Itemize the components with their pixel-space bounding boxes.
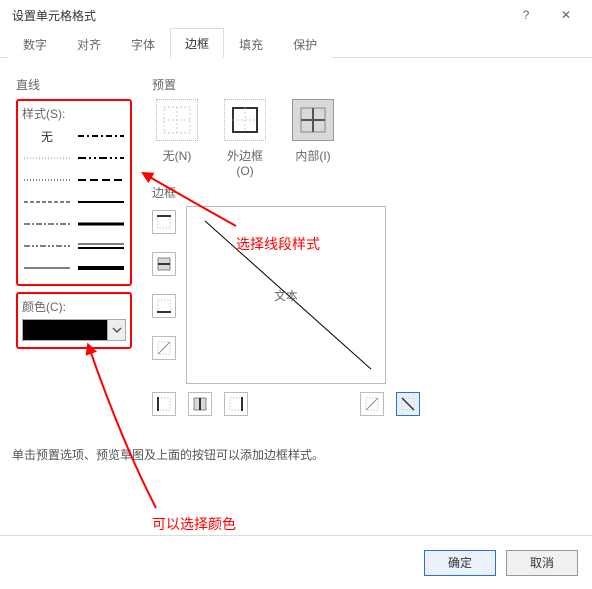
border-group: 边框 bbox=[152, 184, 176, 207]
annotation-arrow-2 bbox=[82, 342, 162, 512]
border-diag-bltr-button[interactable] bbox=[360, 392, 384, 416]
border-right-button[interactable] bbox=[224, 392, 248, 416]
tab-protect[interactable]: 保护 bbox=[278, 29, 332, 58]
footer: 确定 取消 bbox=[0, 535, 592, 589]
help-button[interactable]: ? bbox=[506, 1, 546, 29]
line-style-2[interactable] bbox=[22, 148, 72, 168]
preset-inner[interactable] bbox=[292, 99, 334, 141]
line-style-9[interactable] bbox=[76, 214, 126, 234]
preset-inner-label: 内部(I) bbox=[288, 147, 338, 164]
border-top-button[interactable] bbox=[152, 210, 176, 234]
border-bottom-button[interactable] bbox=[152, 294, 176, 318]
line-group-label: 直线 bbox=[16, 76, 136, 93]
border-vmid-button[interactable] bbox=[188, 392, 212, 416]
color-swatch bbox=[23, 320, 107, 340]
preset-outer[interactable] bbox=[224, 99, 266, 141]
line-style-11[interactable] bbox=[76, 236, 126, 256]
border-diag-tlbr-button[interactable] bbox=[152, 336, 176, 360]
chevron-down-icon bbox=[107, 320, 125, 340]
border-diag-active-button[interactable] bbox=[396, 392, 420, 416]
ok-button[interactable]: 确定 bbox=[424, 550, 496, 576]
line-style-5[interactable] bbox=[76, 170, 126, 190]
line-style-3[interactable] bbox=[76, 148, 126, 168]
preset-outer-label: 外边框(O) bbox=[220, 147, 270, 178]
color-box: 颜色(C): bbox=[16, 292, 132, 349]
line-style-6[interactable] bbox=[22, 192, 72, 212]
tab-border[interactable]: 边框 bbox=[170, 28, 224, 58]
line-style-none[interactable]: 无 bbox=[22, 126, 72, 146]
preview-text-svg: 文本 bbox=[274, 289, 298, 303]
bottom-buttons bbox=[152, 392, 420, 416]
line-style-12[interactable] bbox=[22, 258, 72, 278]
line-style-4[interactable] bbox=[22, 170, 72, 190]
border-group-label: 边框 bbox=[152, 184, 176, 201]
line-style-13[interactable] bbox=[76, 258, 126, 278]
tab-bar: 数字 对齐 字体 边框 填充 保护 bbox=[0, 30, 592, 58]
annotation-color: 可以选择颜色 bbox=[152, 514, 236, 534]
border-preview[interactable]: 文本 bbox=[186, 206, 386, 384]
tab-align[interactable]: 对齐 bbox=[62, 29, 116, 58]
line-style-1[interactable] bbox=[76, 126, 126, 146]
preset-group: 预置 无(N) 外边框(O) 内部(I) bbox=[152, 76, 338, 178]
preset-none[interactable] bbox=[156, 99, 198, 141]
content-area: 直线 样式(S): 无 颜色(C): bbox=[0, 58, 592, 534]
color-label: 颜色(C): bbox=[22, 298, 126, 315]
tab-font[interactable]: 字体 bbox=[116, 29, 170, 58]
side-buttons-left bbox=[152, 210, 176, 360]
titlebar: 设置单元格格式 ? ✕ bbox=[0, 0, 592, 30]
preset-group-label: 预置 bbox=[152, 76, 338, 93]
hint-text: 单击预置选项、预览草图及上面的按钮可以添加边框样式。 bbox=[12, 446, 324, 463]
line-style-7[interactable] bbox=[76, 192, 126, 212]
preset-none-label: 无(N) bbox=[152, 147, 202, 164]
close-button[interactable]: ✕ bbox=[546, 1, 586, 29]
tab-fill[interactable]: 填充 bbox=[224, 29, 278, 58]
window-title: 设置单元格格式 bbox=[6, 7, 506, 24]
style-box: 样式(S): 无 bbox=[16, 99, 132, 286]
color-dropdown[interactable] bbox=[22, 319, 126, 341]
tab-number[interactable]: 数字 bbox=[8, 29, 62, 58]
border-hmid-button[interactable] bbox=[152, 252, 176, 276]
line-style-10[interactable] bbox=[22, 236, 72, 256]
line-group: 直线 样式(S): 无 颜色(C): bbox=[16, 76, 136, 349]
border-left-button[interactable] bbox=[152, 392, 176, 416]
cancel-button[interactable]: 取消 bbox=[506, 550, 578, 576]
line-style-8[interactable] bbox=[22, 214, 72, 234]
style-grid: 无 bbox=[22, 126, 126, 278]
style-label: 样式(S): bbox=[22, 105, 126, 122]
